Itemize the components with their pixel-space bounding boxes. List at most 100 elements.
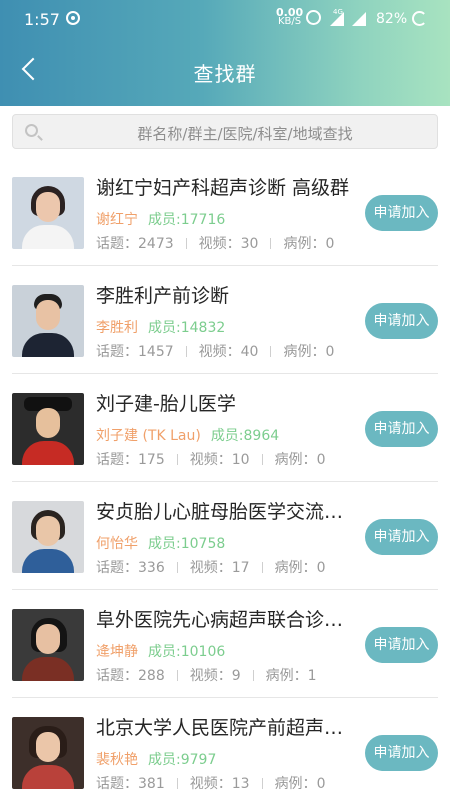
- group-owner: 逄坤静 成员:10106: [96, 641, 225, 661]
- topics-count: 381: [138, 776, 165, 792]
- videos-count: 13: [231, 776, 250, 792]
- search-placeholder: 群名称/群主/医院/科室/地域查找: [137, 125, 353, 143]
- videos-count: 30: [240, 236, 259, 252]
- app-notification-icon: [66, 11, 80, 25]
- owner-name: 何怡华: [96, 536, 138, 552]
- group-row[interactable]: 阜外医院先心病超声联合诊… 逄坤静 成员:10106 话题：288 视频：9 病例：1…: [0, 590, 450, 698]
- group-owner: 裴秋艳 成员:9797: [96, 749, 216, 769]
- join-button[interactable]: 申请加入: [365, 411, 438, 447]
- cases-label: 病例：: [283, 236, 326, 252]
- cases-count: 1: [307, 668, 317, 684]
- join-button[interactable]: 申请加入: [365, 735, 438, 771]
- group-owner-avatar: [12, 285, 84, 357]
- videos-label: 视频：: [198, 236, 241, 252]
- status-bar: 1:57 0.00 KB/S 4G 82%: [0, 0, 450, 40]
- group-row[interactable]: 北京大学人民医院产前超声… 裴秋艳 成员:9797 话题：381 视频：13 病例：0…: [0, 698, 450, 800]
- group-owner: 李胜利 成员:14832: [96, 317, 225, 337]
- topics-label: 话题：: [96, 668, 138, 684]
- battery-icon: [412, 11, 427, 26]
- topics-label: 话题：: [96, 344, 138, 360]
- search-input[interactable]: 群名称/群主/医院/科室/地域查找: [12, 114, 438, 149]
- network-speed: 0.00 KB/S: [276, 7, 303, 27]
- group-row[interactable]: 李胜利产前诊断 李胜利 成员:14832 话题：1457 视频：40 病例：0 申请加…: [0, 266, 450, 374]
- join-button[interactable]: 申请加入: [365, 303, 438, 339]
- member-count: 成员:10106: [148, 644, 226, 660]
- videos-count: 40: [240, 344, 259, 360]
- search-icon: [25, 124, 38, 137]
- alarm-icon: [306, 10, 321, 25]
- owner-name: 谢红宁: [96, 212, 138, 228]
- group-owner-avatar: [12, 501, 84, 573]
- group-owner: 谢红宁 成员:17716: [96, 209, 225, 229]
- app-header: 1:57 0.00 KB/S 4G 82% 查找群: [0, 0, 450, 106]
- group-row[interactable]: 安贞胎儿心脏母胎医学交流… 何怡华 成员:10758 话题：336 视频：17 病例：…: [0, 482, 450, 590]
- topics-label: 话题：: [96, 452, 138, 468]
- group-owner-avatar: [12, 717, 84, 789]
- group-owner-avatar: [12, 177, 84, 249]
- cases-label: 病例：: [283, 344, 326, 360]
- join-button[interactable]: 申请加入: [365, 519, 438, 555]
- group-row[interactable]: 刘子建-胎儿医学 刘子建 (TK Lau) 成员:8964 话题：175 视频：10…: [0, 374, 450, 482]
- topics-count: 288: [138, 668, 165, 684]
- owner-name: 李胜利: [96, 320, 138, 336]
- videos-label: 视频：: [189, 776, 232, 792]
- topics-count: 1457: [138, 344, 174, 360]
- join-button[interactable]: 申请加入: [365, 195, 438, 231]
- topics-count: 336: [138, 560, 165, 576]
- topics-count: 2473: [138, 236, 174, 252]
- group-name: 安贞胎儿心脏母胎医学交流…: [96, 501, 344, 523]
- videos-count: 10: [231, 452, 250, 468]
- net-speed-unit: KB/S: [278, 16, 302, 27]
- cases-label: 病例：: [274, 776, 317, 792]
- group-row[interactable]: 谢红宁妇产科超声诊断 高级群 谢红宁 成员:17716 话题：2473 视频：30 病…: [0, 158, 450, 266]
- cases-count: 0: [316, 776, 326, 792]
- member-count: 成员:10758: [148, 536, 226, 552]
- cases-label: 病例：: [274, 452, 317, 468]
- group-name: 李胜利产前诊断: [96, 285, 230, 307]
- group-stats: 话题：288 视频：9 病例：1: [96, 665, 317, 685]
- videos-count: 9: [231, 668, 241, 684]
- page-title: 查找群: [193, 62, 257, 86]
- status-time: 1:57: [24, 10, 60, 29]
- group-name: 北京大学人民医院产前超声…: [96, 717, 344, 739]
- group-owner-avatar: [12, 393, 84, 465]
- group-owner-avatar: [12, 609, 84, 681]
- group-stats: 话题：175 视频：10 病例：0: [96, 449, 325, 469]
- wifi-signal-icon: [352, 12, 366, 26]
- member-count: 成员:9797: [148, 752, 217, 768]
- group-name: 阜外医院先心病超声联合诊…: [96, 609, 344, 631]
- cases-count: 0: [325, 236, 335, 252]
- cases-count: 0: [316, 560, 326, 576]
- group-owner: 何怡华 成员:10758: [96, 533, 225, 553]
- topics-count: 175: [138, 452, 165, 468]
- topics-label: 话题：: [96, 560, 138, 576]
- group-name: 谢红宁妇产科超声诊断 高级群: [96, 177, 350, 199]
- group-name: 刘子建-胎儿医学: [96, 393, 236, 415]
- cases-count: 0: [316, 452, 326, 468]
- videos-label: 视频：: [189, 668, 232, 684]
- member-count: 成员:14832: [148, 320, 226, 336]
- battery-level: 82%: [376, 11, 408, 27]
- group-stats: 话题：336 视频：17 病例：0: [96, 557, 325, 577]
- videos-label: 视频：: [189, 560, 232, 576]
- owner-name: 裴秋艳: [96, 752, 138, 768]
- signal-icon: [330, 12, 344, 26]
- videos-label: 视频：: [198, 344, 241, 360]
- topics-label: 话题：: [96, 236, 138, 252]
- videos-count: 17: [231, 560, 250, 576]
- cases-label: 病例：: [265, 668, 308, 684]
- cases-label: 病例：: [274, 560, 317, 576]
- member-count: 成员:17716: [148, 212, 226, 228]
- owner-name: 逄坤静: [96, 644, 138, 660]
- group-stats: 话题：381 视频：13 病例：0: [96, 773, 325, 793]
- group-stats: 话题：1457 视频：40 病例：0: [96, 341, 334, 361]
- topics-label: 话题：: [96, 776, 138, 792]
- group-stats: 话题：2473 视频：30 病例：0: [96, 233, 334, 253]
- owner-name: 刘子建 (TK Lau): [96, 428, 201, 444]
- join-button[interactable]: 申请加入: [365, 627, 438, 663]
- group-list: 谢红宁妇产科超声诊断 高级群 谢红宁 成员:17716 话题：2473 视频：30 病…: [0, 158, 450, 800]
- videos-label: 视频：: [189, 452, 232, 468]
- cases-count: 0: [325, 344, 335, 360]
- group-owner: 刘子建 (TK Lau) 成员:8964: [96, 425, 279, 445]
- member-count: 成员:8964: [210, 428, 280, 444]
